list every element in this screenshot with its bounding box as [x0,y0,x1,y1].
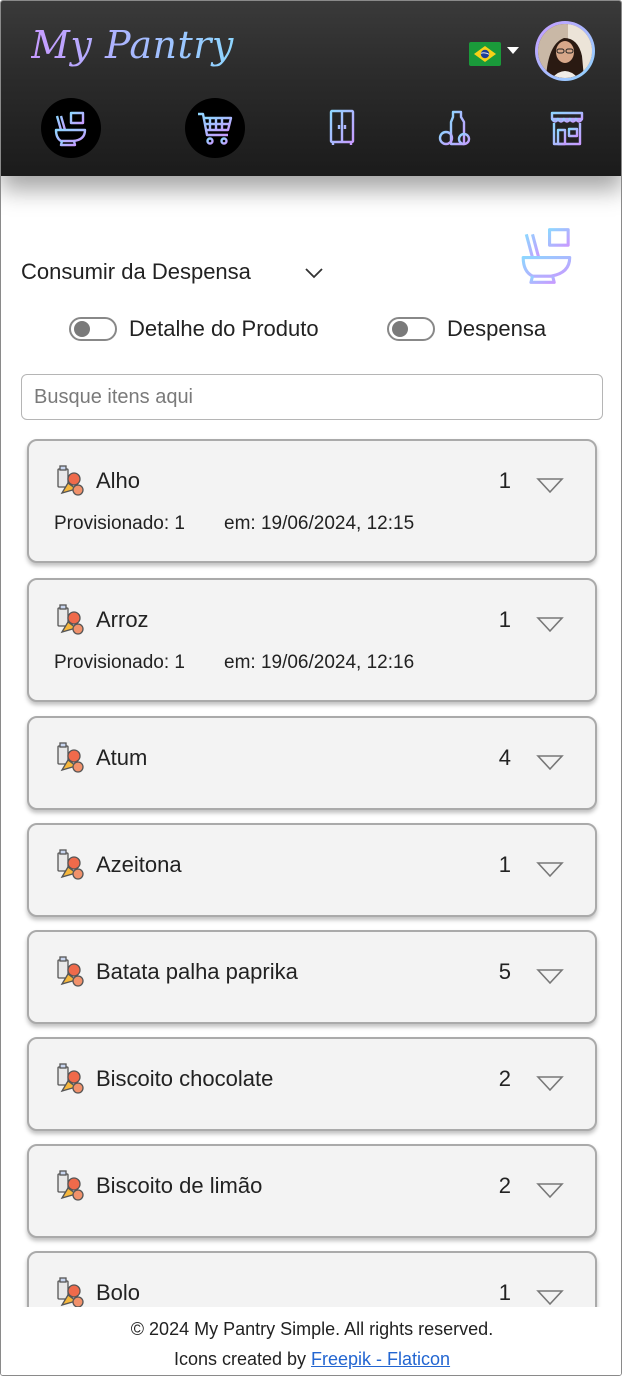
item-name: Batata palha paprika [96,959,298,984]
brazil-flag-icon[interactable] [469,42,501,66]
groceries-icon [57,465,84,496]
cupboard-icon [329,109,355,145]
avatar[interactable] [535,21,595,81]
list-item[interactable]: Alho 1 Provisionado: 1 em: 19/06/2024, 1… [27,439,597,563]
shopping-cart-nav-button[interactable] [185,98,245,158]
item-name: Biscoito de limão [96,1173,263,1198]
avatar-photo [538,24,592,78]
app-header: My Pantry [1,1,621,176]
chevron-down-icon[interactable] [536,968,564,986]
groceries-icon [57,956,84,987]
icon-credit-link[interactable]: Freepik - Flaticon [311,1349,450,1369]
products-nav-button[interactable] [424,98,484,158]
item-quantity: 1 [498,468,511,493]
list-item[interactable]: Bolo 1 [27,1251,597,1307]
list-item[interactable]: Batata palha paprika 5 [27,930,597,1024]
item-quantity: 1 [498,607,511,632]
chevron-down-icon[interactable] [536,1075,564,1093]
copyright-text: © 2024 My Pantry Simple. All rights rese… [130,1319,494,1339]
pantry-nav-button[interactable] [312,98,372,158]
search-input[interactable] [21,374,603,420]
chevron-down-icon[interactable] [536,1289,564,1307]
item-name: Alho [96,468,141,493]
item-timestamp: em: 19/06/2024, 12:16 [224,652,415,673]
list-item[interactable]: Biscoito de limão 2 [27,1144,597,1238]
list-item[interactable]: Arroz 1 Provisionado: 1 em: 19/06/2024, … [27,578,597,702]
shopping-cart-icon [198,112,233,145]
item-quantity: 1 [498,852,511,877]
chevron-down-icon[interactable] [536,861,564,879]
list-item[interactable]: Atum 4 [27,716,597,810]
item-timestamp: em: 19/06/2024, 12:15 [224,513,415,534]
item-provisioned: Provisionado: 1 [54,652,185,673]
item-provisioned: Provisionado: 1 [54,513,185,534]
icon-credit-prefix: Icons created by [173,1349,312,1369]
list-item[interactable]: Biscoito chocolate 2 [27,1037,597,1131]
app-logo[interactable]: My Pantry [31,23,234,67]
list-item[interactable]: Azeitona 1 [27,823,597,917]
consume-nav-button[interactable] [41,98,101,158]
item-quantity: 5 [498,959,511,984]
groceries-icon [57,1170,84,1201]
item-quantity: 4 [498,745,511,770]
groceries-icon [57,742,84,773]
groceries-icon [57,604,84,635]
product-detail-toggle[interactable] [69,317,117,341]
toilet-icon [521,228,572,284]
groceries-icon [57,1063,84,1094]
icon-credit: Icons created by Freepik - Flaticon [1,1349,621,1370]
product-detail-toggle-label: Detalhe do Produto [129,316,319,341]
item-name: Bolo [96,1280,141,1305]
footer: © 2024 My Pantry Simple. All rights rese… [1,1307,621,1375]
item-name: Biscoito chocolate [96,1066,274,1091]
app-frame: My Pantry Consumir da Despensa Detalhe d… [0,0,622,1376]
item-quantity: 1 [498,1280,511,1305]
store-nav-button[interactable] [537,98,597,158]
pantry-toggle[interactable] [387,317,435,341]
item-quantity: 2 [498,1066,511,1091]
groceries-icon [57,1277,84,1307]
section-title[interactable]: Consumir da Despensa [21,259,251,285]
store-icon [550,111,584,146]
groceries-icon [57,849,84,880]
item-name: Atum [96,745,148,770]
item-quantity: 2 [498,1173,511,1198]
pantry-toggle-label: Despensa [447,316,547,341]
toilet-icon [54,111,87,147]
item-list: Alho 1 Provisionado: 1 em: 19/06/2024, 1… [1,437,621,1307]
item-name: Azeitona [96,852,182,877]
language-caret-icon[interactable] [507,47,519,54]
chevron-down-icon[interactable] [536,477,564,495]
groceries-icon [438,110,471,146]
chevron-down-icon[interactable] [536,616,564,634]
chevron-down-icon[interactable] [304,266,324,280]
chevron-down-icon[interactable] [536,1182,564,1200]
item-name: Arroz [96,607,149,632]
chevron-down-icon[interactable] [536,754,564,772]
